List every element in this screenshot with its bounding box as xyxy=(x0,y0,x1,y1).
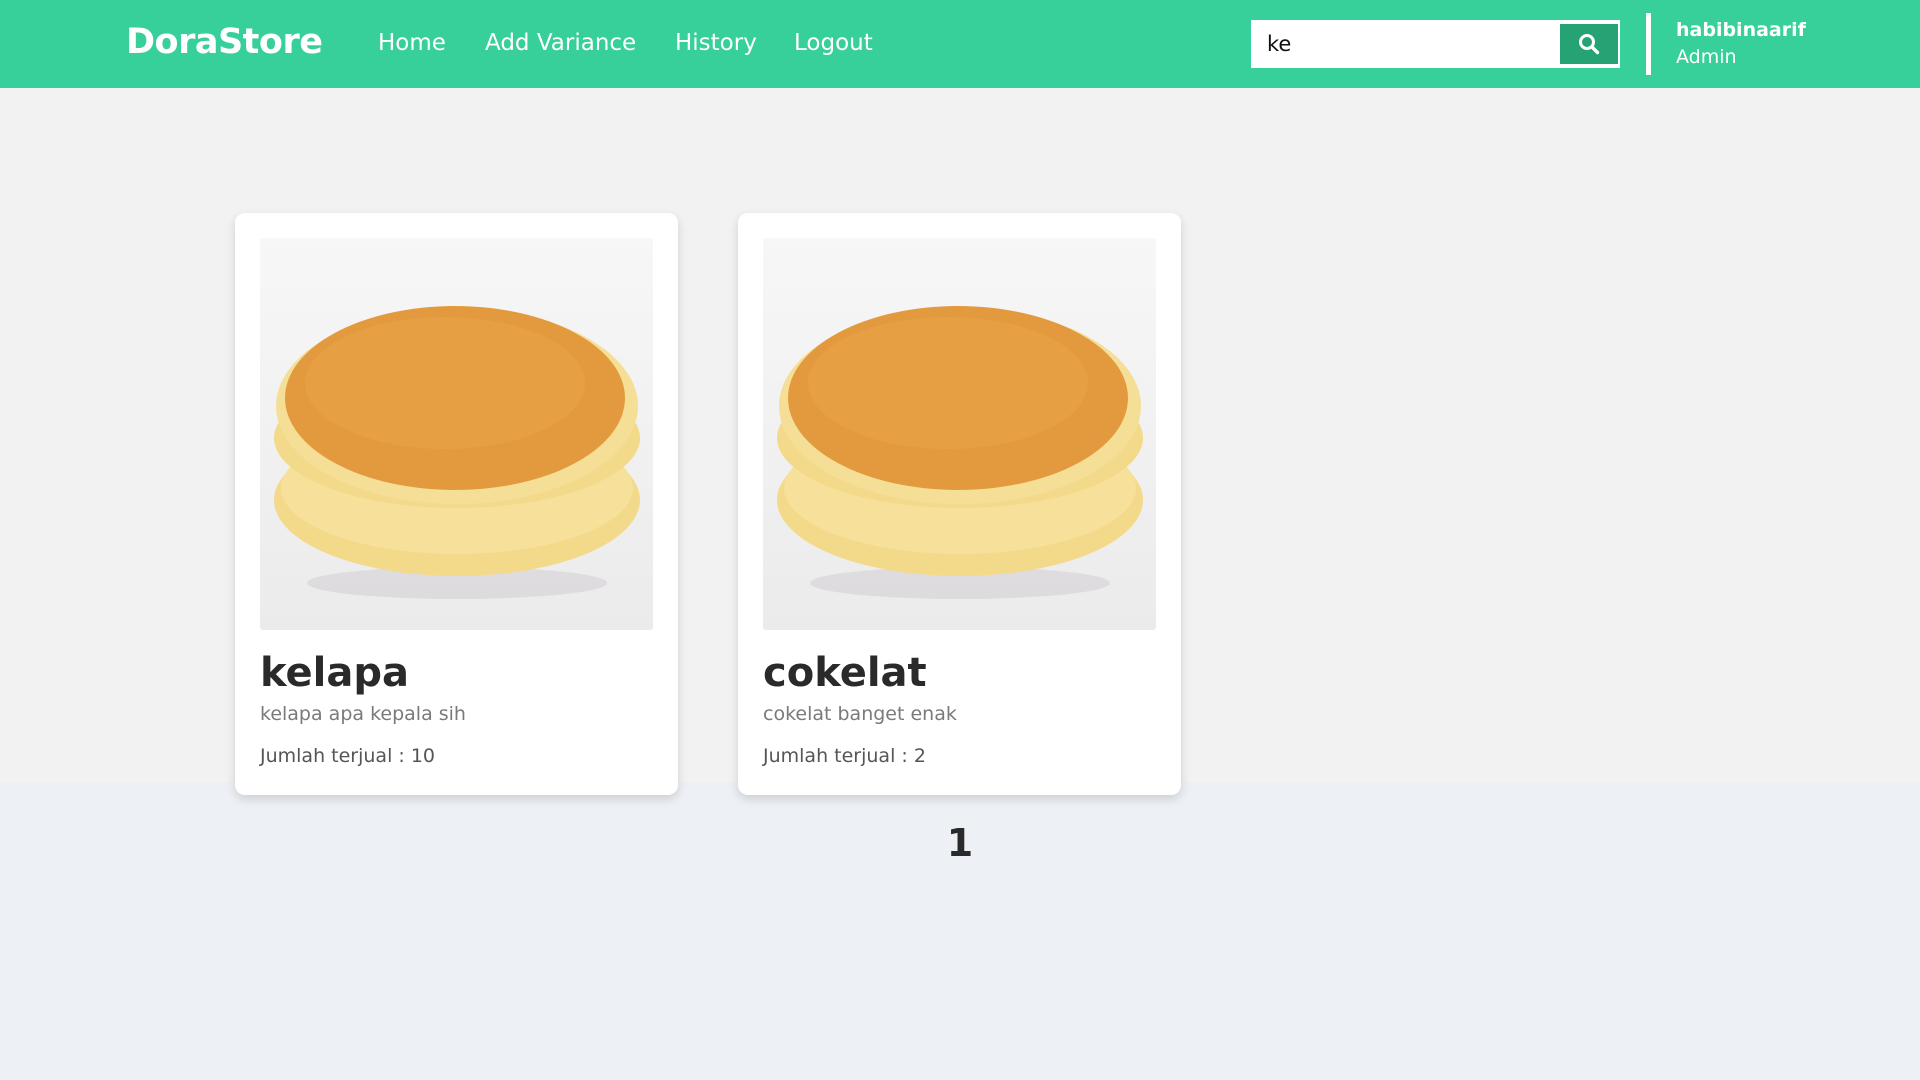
product-image xyxy=(260,238,653,630)
search-icon xyxy=(1579,34,1600,55)
navbar-divider xyxy=(1646,13,1651,75)
pagination-page-1[interactable]: 1 xyxy=(940,821,980,865)
product-image xyxy=(763,238,1156,630)
product-card-kelapa[interactable]: kelapa kelapa apa kepala sih Jumlah terj… xyxy=(235,213,678,795)
navbar: DoraStore Home Add Variance History Logo… xyxy=(0,0,1920,88)
product-name: kelapa xyxy=(260,650,409,696)
nav-link-history[interactable]: History xyxy=(675,30,757,56)
product-card-cokelat[interactable]: cokelat cokelat banget enak Jumlah terju… xyxy=(738,213,1181,795)
user-name: habibinaarif xyxy=(1676,19,1806,41)
product-sold-count: Jumlah terjual : 2 xyxy=(763,745,926,767)
nav-link-home[interactable]: Home xyxy=(378,30,446,56)
user-role: Admin xyxy=(1676,46,1737,68)
search-input[interactable] xyxy=(1253,22,1558,66)
product-name: cokelat xyxy=(763,650,927,696)
product-description: kelapa apa kepala sih xyxy=(260,703,466,725)
nav-link-logout[interactable]: Logout xyxy=(794,30,873,56)
search-bar xyxy=(1251,20,1620,68)
brand-logo[interactable]: DoraStore xyxy=(126,22,323,62)
search-button[interactable] xyxy=(1560,24,1618,64)
product-list: kelapa kelapa apa kepala sih Jumlah terj… xyxy=(0,88,1920,865)
product-description: cokelat banget enak xyxy=(763,703,957,725)
nav-link-add-variance[interactable]: Add Variance xyxy=(485,30,636,56)
product-sold-count: Jumlah terjual : 10 xyxy=(260,745,436,767)
